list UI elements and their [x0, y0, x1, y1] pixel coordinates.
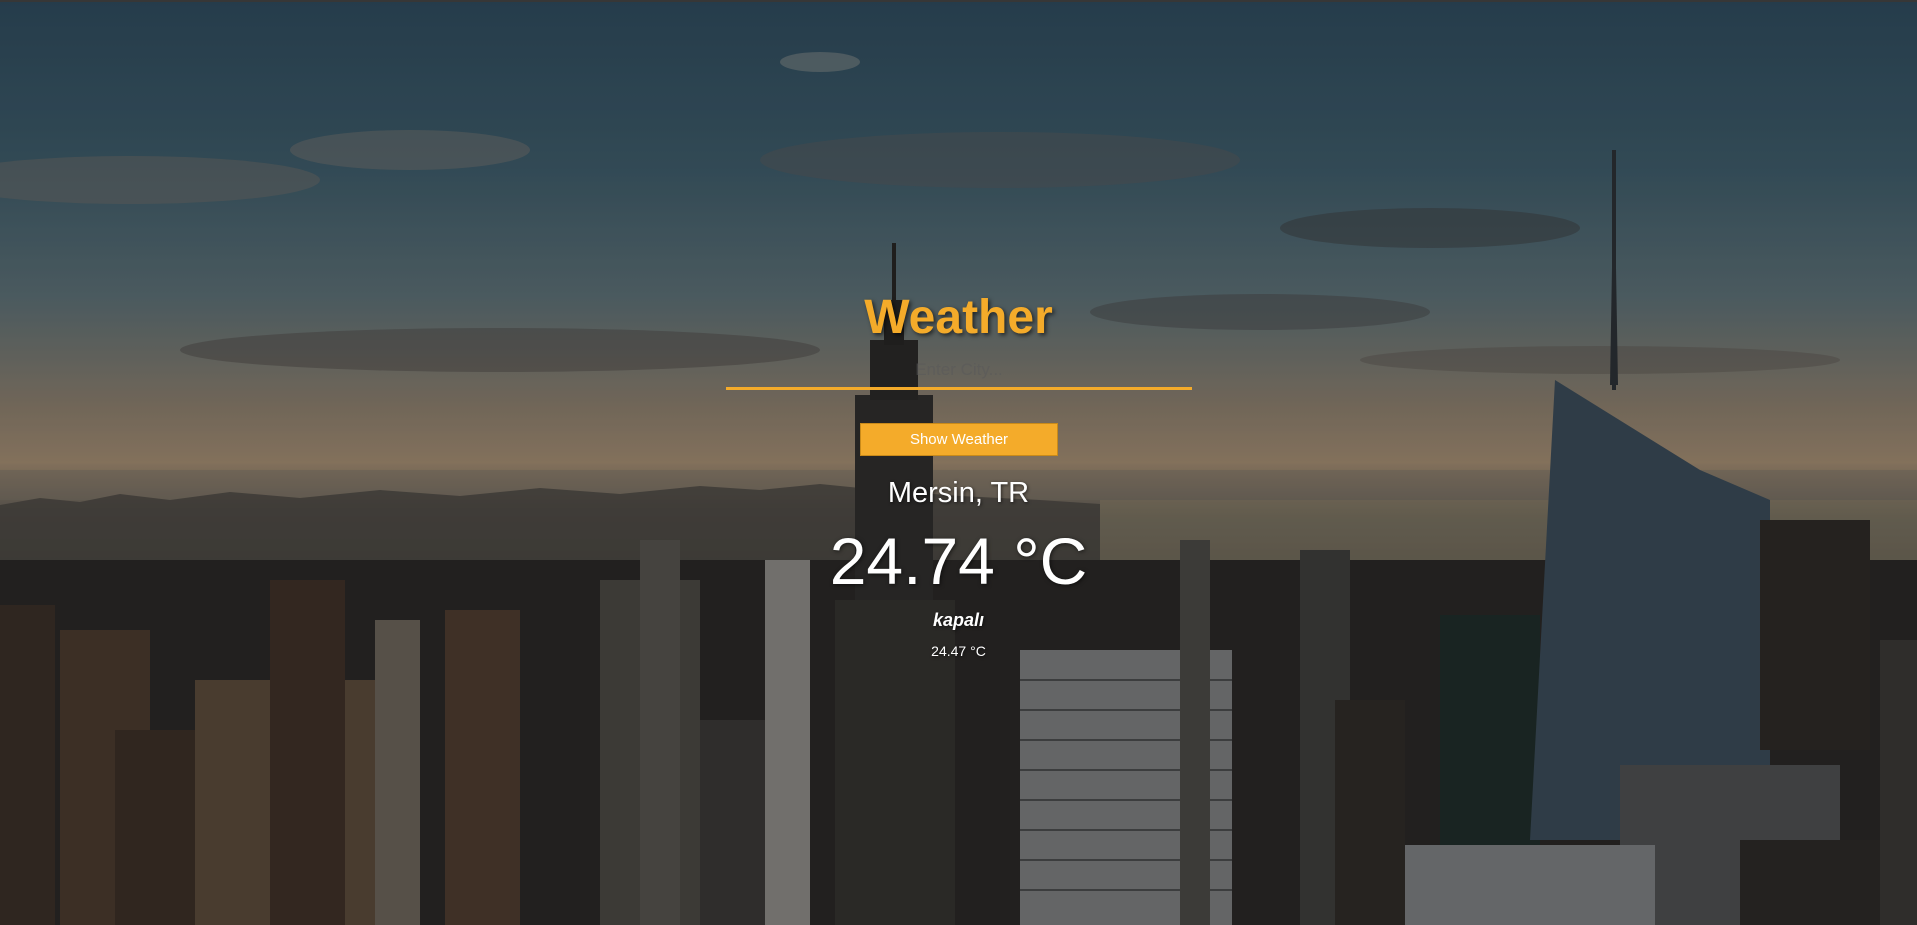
city-search-input[interactable]: [726, 352, 1192, 390]
location-label: Mersin, TR: [887, 477, 1030, 509]
weather-card: Weather Show Weather Mersin, TR 24.74 °C…: [0, 0, 1917, 925]
app-title: Weather: [864, 291, 1053, 344]
temperature-value: 24.74 °C: [829, 524, 1088, 598]
show-weather-button[interactable]: Show Weather: [860, 423, 1058, 456]
weather-description: kapalı: [932, 610, 985, 630]
min-max-temperature: 24.47 °C: [931, 643, 986, 659]
